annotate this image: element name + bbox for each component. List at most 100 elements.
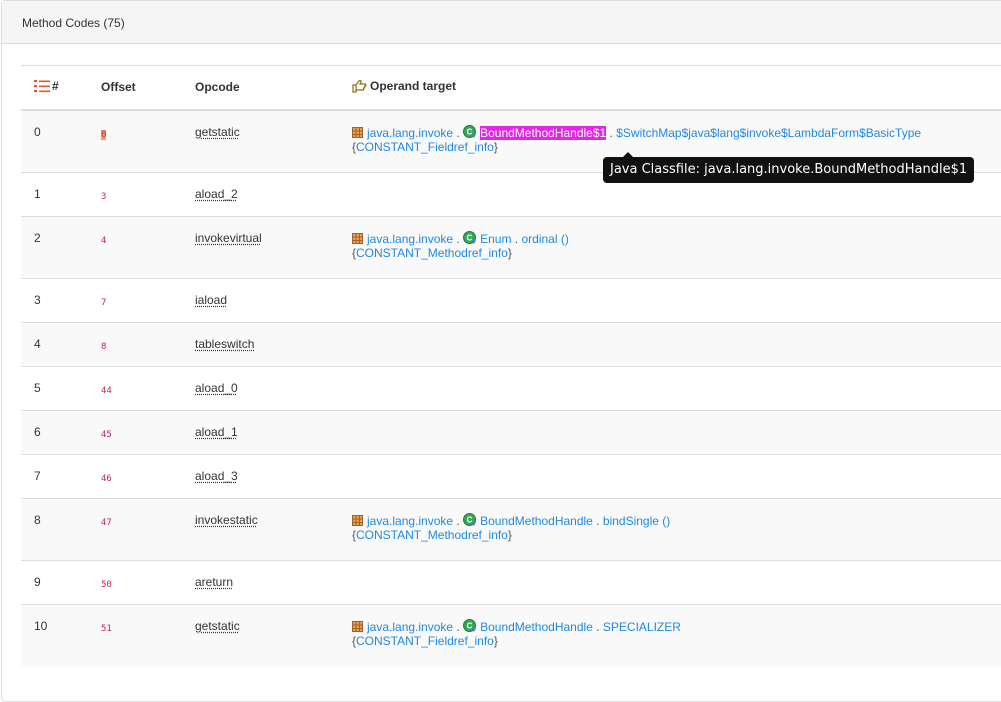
row-operand [352,559,1001,604]
row-operand: java.lang.invoke . C Enum . ordinal () {CO… [352,215,1001,278]
class-icon: C [463,512,477,526]
row-index: 8 [34,512,41,527]
row-offset: 0 [101,129,107,140]
package-icon [352,126,363,138]
class-link[interactable]: Enum [480,232,511,246]
row-opcode[interactable]: invokestatic [195,513,258,527]
package-link[interactable]: java.lang.invoke [367,514,453,528]
table-row: 2 4 invokevirtual java.lang.invoke . C Enum … [21,215,1001,278]
class-link[interactable]: BoundMethodHandle [480,514,593,528]
row-offset: 45 [101,429,112,440]
row-offset: 3 [101,191,107,202]
row-index: 7 [34,468,41,483]
row-operand [352,453,1001,498]
header-offset: Offset [101,65,195,111]
brace-close: } [493,633,498,648]
classfile-tooltip: Java Classfile: java.lang.invoke.BoundMe… [603,152,975,183]
separator-dot: . [596,513,600,528]
row-index: 4 [34,336,41,351]
row-opcode[interactable]: aload_1 [195,425,238,439]
separator-dot: . [596,619,600,634]
list-ordered-icon [34,79,50,96]
row-offset: 51 [101,623,112,634]
svg-text:C: C [467,127,473,136]
row-opcode[interactable]: aload_3 [195,469,238,483]
table-row: 9 50 areturn [21,559,1001,604]
class-icon: C [463,618,477,632]
row-opcode[interactable]: getstatic [195,619,240,633]
row-offset: 46 [101,473,112,484]
row-offset: 47 [101,517,112,528]
member-link[interactable]: SPECIALIZER [603,620,681,634]
row-opcode[interactable]: areturn [195,575,233,589]
header-operand-label: Operand target [370,78,457,93]
brace-close: } [493,139,498,154]
separator-dot: . [456,231,460,246]
row-operand [352,365,1001,410]
package-icon [352,514,363,526]
svg-text:C: C [467,233,473,242]
table-row: 10 51 getstatic java.lang.invoke . C BoundMe… [21,603,1001,666]
row-offset: 4 [101,235,107,246]
row-opcode[interactable]: aload_2 [195,187,238,201]
constant-ref-link[interactable]: CONSTANT_Fieldref_info [356,634,494,648]
row-offset: 50 [101,579,112,590]
row-opcode[interactable]: iaload [195,293,227,307]
class-icon: C [463,230,477,244]
row-opcode[interactable]: getstatic [195,125,240,139]
row-index: 1 [34,186,41,201]
row-operand [352,321,1001,366]
row-offset: 7 [101,297,107,308]
member-link[interactable]: $SwitchMap$java$lang$invoke$LambdaForm$B… [616,126,921,140]
row-offset: 44 [101,385,112,396]
row-index: 3 [34,292,41,307]
package-link[interactable]: java.lang.invoke [367,620,453,634]
separator-dot: . [456,513,460,528]
member-link[interactable]: ordinal () [521,232,568,246]
table-row: 7 46 aload_3 [21,453,1001,498]
row-offset: 8 [101,341,107,352]
svg-text:C: C [467,621,473,630]
table-header-row: # Offset Opcode Operand target [21,65,1001,111]
row-operand [352,277,1001,322]
package-icon [352,232,363,244]
header-index: # [21,65,101,111]
row-opcode[interactable]: tableswitch [195,337,254,351]
row-operand: java.lang.invoke . C BoundMethodHandle . … [352,497,1001,560]
table-row: 5 44 aload_0 [21,365,1001,410]
row-index: 6 [34,424,41,439]
header-opcode: Opcode [195,65,352,111]
class-link[interactable]: BoundMethodHandle$1 [480,125,607,140]
svg-text:C: C [467,515,473,524]
row-operand [352,409,1001,454]
row-index: 5 [34,380,41,395]
class-icon: C [463,124,477,138]
row-opcode[interactable]: invokevirtual [195,231,262,245]
table-row: 4 8 tableswitch [21,321,1001,366]
separator-dot: . [456,125,460,140]
pointing-hand-icon [352,79,368,96]
panel-heading: Method Codes (75) [2,1,1001,44]
constant-ref-link[interactable]: CONSTANT_Methodref_info [356,246,508,260]
package-link[interactable]: java.lang.invoke [367,126,453,140]
separator-dot: . [456,619,460,634]
table-row: 6 45 aload_1 [21,409,1001,454]
row-opcode[interactable]: aload_0 [195,381,238,395]
class-link[interactable]: BoundMethodHandle [480,620,593,634]
table-row: 3 7 iaload [21,277,1001,322]
separator-dot: . [514,231,519,246]
row-index: 2 [34,230,41,245]
separator-dot: . [609,125,613,140]
constant-ref-link[interactable]: CONSTANT_Fieldref_info [356,140,494,154]
package-link[interactable]: java.lang.invoke [367,232,453,246]
package-icon [352,620,363,632]
member-link[interactable]: bindSingle () [603,514,670,528]
row-operand: java.lang.invoke . C BoundMethodHandle . … [352,603,1001,666]
panel-title: Method Codes (75) [22,16,125,30]
brace-close: } [507,527,512,542]
brace-close: } [507,245,512,260]
constant-ref-link[interactable]: CONSTANT_Methodref_info [356,528,508,542]
row-index: 0 [34,124,41,139]
row-index: 9 [34,574,41,589]
method-codes-table: # Offset Opcode Operand target 0 0 getstat… [21,65,1001,666]
